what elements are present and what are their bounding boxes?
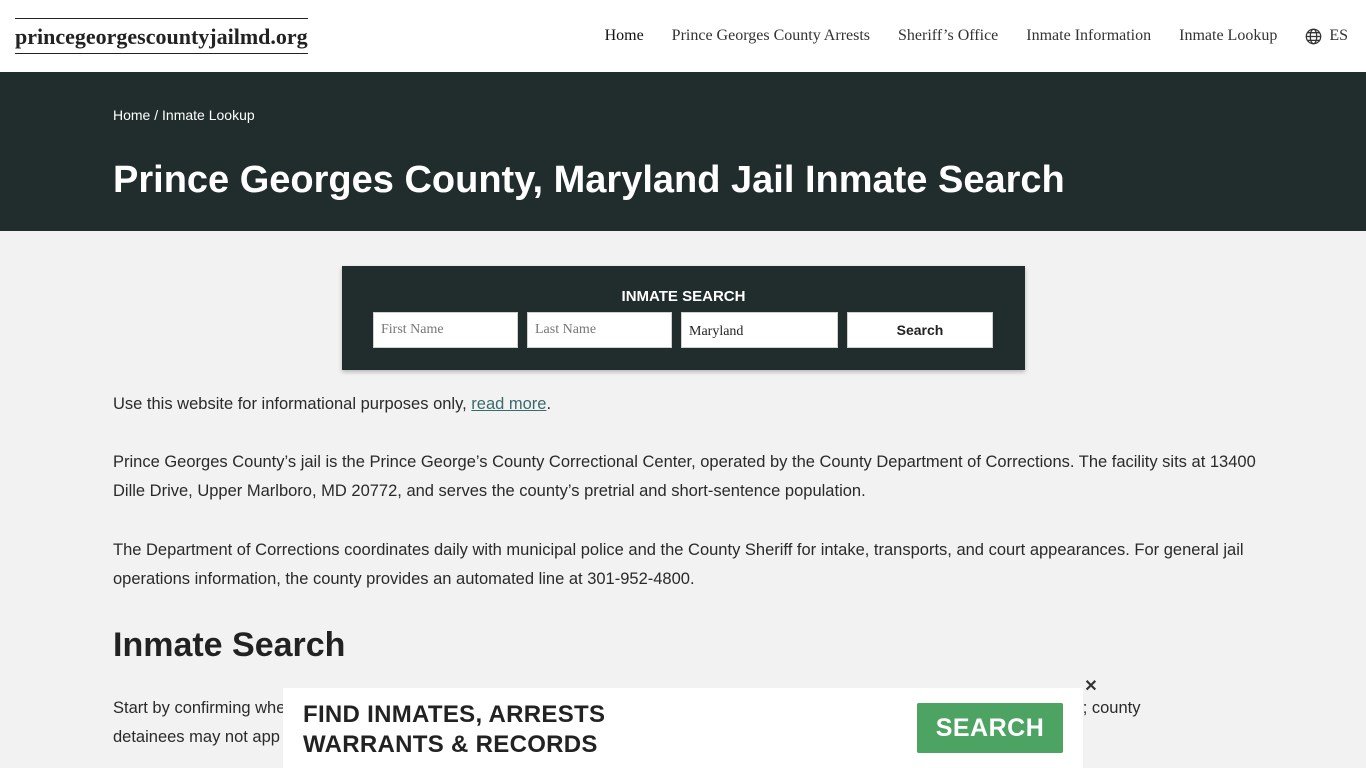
- language-label: ES: [1329, 27, 1348, 44]
- search-button[interactable]: Search: [847, 312, 993, 348]
- nav-inmate-lookup[interactable]: Inmate Lookup: [1179, 27, 1277, 45]
- last-name-input[interactable]: [527, 312, 672, 348]
- site-logo[interactable]: princegeorgescountyjailmd.org: [15, 18, 308, 54]
- jail-description-paragraph: Prince Georges County’s jail is the Prin…: [113, 453, 1256, 500]
- ad-line-1: FIND INMATES, ARRESTS: [303, 701, 606, 728]
- nav-arrests[interactable]: Prince Georges County Arrests: [672, 27, 870, 45]
- ad-close-icon[interactable]: ✕: [1084, 679, 1098, 695]
- nav-home[interactable]: Home: [605, 27, 644, 45]
- page-title: Prince Georges County, Maryland Jail Inm…: [113, 159, 1065, 201]
- inmate-search-box: INMATE SEARCH Maryland Search: [342, 266, 1025, 370]
- disclaimer-text: Use this website for informational purpo…: [113, 395, 472, 413]
- inmate-search-heading: Inmate Search: [113, 626, 346, 664]
- first-name-input[interactable]: [373, 312, 518, 348]
- ad-line-2: WARRANTS & RECORDS: [303, 731, 598, 758]
- breadcrumb-current: Inmate Lookup: [162, 107, 255, 123]
- read-more-link[interactable]: read more: [471, 395, 546, 413]
- disclaimer-end: .: [546, 395, 552, 413]
- language-switcher[interactable]: ES: [1305, 27, 1348, 45]
- corrections-paragraph: The Department of Corrections coordinate…: [113, 541, 1244, 588]
- breadcrumb: Home / Inmate Lookup: [113, 107, 255, 123]
- site-header: princegeorgescountyjailmd.org Home Princ…: [0, 0, 1366, 72]
- globe-icon: [1305, 28, 1322, 44]
- ad-banner[interactable]: FIND INMATES, ARRESTS WARRANTS & RECORDS…: [283, 688, 1083, 768]
- breadcrumb-home[interactable]: Home: [113, 107, 150, 123]
- main-nav: Home Prince Georges County Arrests Sheri…: [577, 0, 1348, 72]
- hero-banner: Home / Inmate Lookup Prince Georges Coun…: [0, 72, 1366, 231]
- search-box-title: INMATE SEARCH: [621, 288, 746, 305]
- breadcrumb-separator: /: [150, 107, 163, 123]
- state-select[interactable]: Maryland: [681, 312, 838, 348]
- ad-search-button[interactable]: SEARCH: [917, 703, 1063, 753]
- ad-headline: FIND INMATES, ARRESTS WARRANTS & RECORDS: [303, 700, 605, 760]
- inmate-search-paragraph-start: Start by confirming whe: [113, 699, 286, 717]
- inmate-search-paragraph-line2: detainees may not app: [113, 728, 280, 746]
- nav-inmate-information[interactable]: Inmate Information: [1026, 27, 1151, 45]
- disclaimer: Use this website for informational purpo…: [113, 390, 551, 419]
- nav-sheriffs-office[interactable]: Sheriff’s Office: [898, 27, 998, 45]
